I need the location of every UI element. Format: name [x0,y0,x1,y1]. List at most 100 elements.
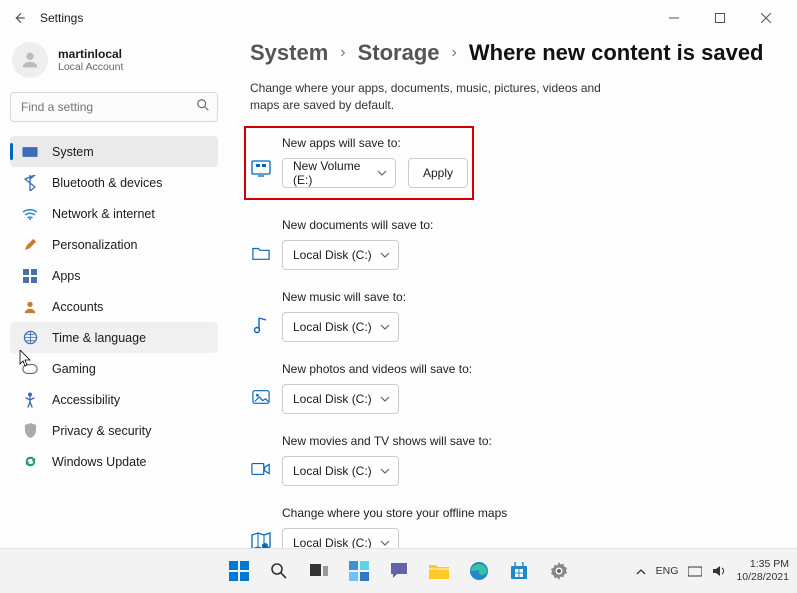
nav-label: Bluetooth & devices [52,176,163,190]
music-drive-dropdown[interactable]: Local Disk (C:) [282,312,399,342]
nav-label: Accessibility [52,393,120,407]
nav-item-bluetooth[interactable]: Bluetooth & devices [10,167,218,198]
taskbar-center [228,560,570,582]
row-apps: New apps will save to: New Volume (E:) A… [244,126,474,200]
row-label: New apps will save to: [282,136,468,150]
nav-label: Personalization [52,238,137,252]
nav-item-gaming[interactable]: Gaming [10,353,218,384]
apps-save-icon [250,158,272,180]
nav-label: System [52,145,94,159]
nav-label: Apps [52,269,81,283]
nav-item-network[interactable]: Network & internet [10,198,218,229]
nav-label: Gaming [52,362,96,376]
docs-drive-dropdown[interactable]: Local Disk (C:) [282,240,399,270]
clock-time: 1:35 PM [736,558,789,571]
maps-drive-dropdown[interactable]: Local Disk (C:) [282,528,399,548]
maximize-button[interactable] [697,4,743,32]
widgets-icon [349,561,369,581]
taskbar-explorer[interactable] [428,560,450,582]
tray-language[interactable]: ENG [656,565,679,577]
photos-icon [250,386,272,408]
breadcrumb: System › Storage › Where new content is … [250,40,777,66]
apps-icon [20,266,40,286]
taskbar: ENG 1:35 PM 10/28/2021 [0,548,797,593]
chevron-up-icon [636,568,646,575]
personalization-icon [20,235,40,255]
taskbar-search[interactable] [268,560,290,582]
system-tray: ENG 1:35 PM 10/28/2021 [636,558,789,583]
nav-item-time-language[interactable]: Time & language [10,322,218,353]
photos-drive-dropdown[interactable]: Local Disk (C:) [282,384,399,414]
tray-clock[interactable]: 1:35 PM 10/28/2021 [736,558,789,583]
time-language-icon [20,328,40,348]
nav-item-apps[interactable]: Apps [10,260,218,291]
avatar [12,42,48,78]
task-view-icon [310,564,328,578]
main-area: martinlocal Local Account System Bluetoo… [0,36,797,548]
task-view[interactable] [308,560,330,582]
taskbar-widgets[interactable] [348,560,370,582]
taskbar-chat[interactable] [388,560,410,582]
row-photos: New photos and videos will save to: Loca… [250,362,777,414]
nav-label: Network & internet [52,207,155,221]
row-label: New movies and TV shows will save to: [282,434,777,448]
bluetooth-icon [20,173,40,193]
nav-label: Time & language [52,331,146,345]
dropdown-value: Local Disk (C:) [293,320,372,334]
nav-list: System Bluetooth & devices Network & int… [10,136,218,477]
row-label: Change where you store your offline maps [282,506,777,520]
user-account[interactable]: martinlocal Local Account [12,42,218,78]
nav-label: Privacy & security [52,424,151,438]
system-icon [20,142,40,162]
dropdown-value: Local Disk (C:) [293,392,372,406]
search-icon [270,562,288,580]
person-icon [19,49,41,71]
breadcrumb-storage[interactable]: Storage [358,40,440,66]
content-area: System › Storage › Where new content is … [230,36,797,548]
nav-item-system[interactable]: System [10,136,218,167]
privacy-icon [20,421,40,441]
breadcrumb-current: Where new content is saved [469,40,764,66]
row-label: New photos and videos will save to: [282,362,777,376]
sidebar: martinlocal Local Account System Bluetoo… [0,36,230,548]
nav-item-personalization[interactable]: Personalization [10,229,218,260]
row-documents: New documents will save to: Local Disk (… [250,218,777,270]
tray-volume[interactable] [712,565,726,577]
chevron-down-icon [380,468,390,474]
nav-label: Windows Update [52,455,147,469]
chevron-down-icon [380,540,390,546]
wifi-icon [688,565,702,577]
apply-button[interactable]: Apply [408,158,468,188]
start-button[interactable] [228,560,250,582]
taskbar-edge[interactable] [468,560,490,582]
nav-item-accessibility[interactable]: Accessibility [10,384,218,415]
chevron-down-icon [377,170,387,176]
taskbar-store[interactable] [508,560,530,582]
row-movies: New movies and TV shows will save to: Lo… [250,434,777,486]
maximize-icon [715,13,725,23]
accounts-icon [20,297,40,317]
breadcrumb-system[interactable]: System [250,40,328,66]
search-icon [196,98,210,112]
dropdown-value: Local Disk (C:) [293,248,372,262]
documents-icon [250,242,272,264]
close-button[interactable] [743,4,789,32]
windows-update-icon [20,452,40,472]
minimize-button[interactable] [651,4,697,32]
nav-item-accounts[interactable]: Accounts [10,291,218,322]
tray-network[interactable] [688,565,702,577]
chevron-down-icon [380,324,390,330]
search-input[interactable] [10,92,218,122]
back-button[interactable] [8,7,30,29]
nav-item-privacy[interactable]: Privacy & security [10,415,218,446]
gear-icon [549,561,569,581]
user-type: Local Account [58,61,123,73]
close-icon [761,13,771,23]
movies-drive-dropdown[interactable]: Local Disk (C:) [282,456,399,486]
row-maps: Change where you store your offline maps… [250,506,777,548]
taskbar-settings[interactable] [548,560,570,582]
chevron-down-icon [380,252,390,258]
apps-drive-dropdown[interactable]: New Volume (E:) [282,158,396,188]
nav-item-windows-update[interactable]: Windows Update [10,446,218,477]
tray-overflow[interactable] [636,568,646,575]
